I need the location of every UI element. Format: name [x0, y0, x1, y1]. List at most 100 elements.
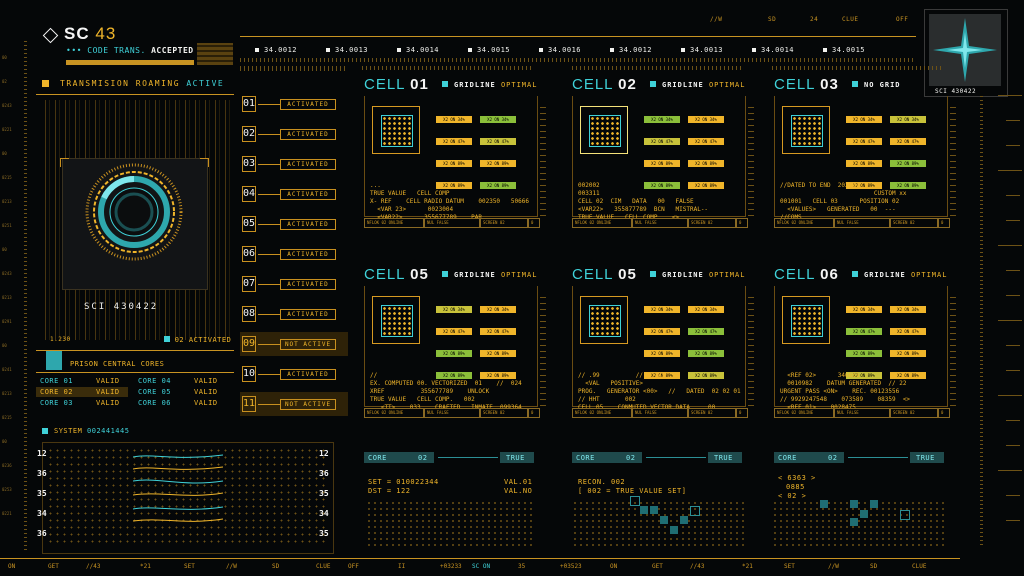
module-item[interactable]: 04 ACTIVATED [240, 182, 348, 206]
scale-label: 0236 [2, 463, 12, 468]
module-item[interactable]: 09 NOT ACTIVE [240, 332, 348, 356]
bar-indicator: X2 ON 47% [480, 138, 516, 145]
module-status: NOT ACTIVE [280, 339, 336, 350]
header-value: 34.0012 [619, 46, 653, 54]
block-pattern-b [630, 496, 710, 540]
module-item[interactable]: 08 ACTIVATED [240, 302, 348, 326]
footer-label: 35 [518, 563, 526, 570]
bottom-grid-a [366, 500, 536, 548]
footer-label: OFF [348, 563, 359, 570]
module-item[interactable]: 01 ACTIVATED [240, 92, 348, 116]
cell-status: GRIDLINE OPTIMAL [442, 271, 537, 279]
sc-number: 43 [95, 24, 117, 43]
cell-footer-field: 0 [736, 218, 748, 228]
cell-footer: NFLOK 02 ONLINE NUL FALSE SCREEN 02 0 [572, 408, 748, 418]
core-row[interactable]: CORE 05 VALID [134, 387, 226, 397]
status-dot-icon [852, 271, 858, 277]
bar-indicator: X2 ON 34% [890, 116, 926, 123]
cell-footer: NFLOK 02 ONLINE NUL FALSE SCREEN 02 0 [364, 408, 540, 418]
cell-bars: X2 ON 34% X2 ON 34% X2 ON 47% X2 ON 47% X2 O… [846, 106, 946, 194]
bottom-core-bar[interactable]: CORE 02 TRUE [774, 452, 946, 463]
header: SC 43 ••• CODE TRANS. ACCEPTED 34.0012 34… [0, 0, 1024, 65]
cell-panel[interactable]: CELL 06 GRIDLINE OPTIMAL X2 ON 34% X2 ON 34… [774, 266, 958, 446]
cell-footer-field: NFLOK 02 ONLINE [774, 408, 834, 418]
cell-status: NO GRID [852, 81, 901, 89]
footer-label: ON [610, 563, 618, 570]
cell-footer-field: SCREEN 02 [688, 218, 736, 228]
footer-label: SD [870, 563, 878, 570]
bar-indicator: X2 ON 89% [890, 160, 926, 167]
cell-bars: X2 ON 34% X2 ON 34% X2 ON 47% X2 ON 47% X2 O… [846, 296, 946, 384]
cell-grid-icon [580, 106, 628, 154]
cores-table: CORE 01 VALID CORE 02 VALID CORE 03 VALID CORE… [36, 376, 234, 416]
bar-indicator: X2 ON 47% [890, 328, 926, 335]
cell-footer-field: 0 [736, 408, 748, 418]
cell-status: GRIDLINE OPTIMAL [442, 81, 537, 89]
core-state: TRUE [714, 454, 733, 462]
graph-left-num: 12 [37, 449, 47, 458]
small-readout: 1.230 [50, 336, 71, 343]
bar-indicator: X2 ON 47% [644, 138, 680, 145]
module-item[interactable]: 05 ACTIVATED [240, 212, 348, 236]
scale-label: 00 [2, 247, 7, 252]
core-row[interactable]: CORE 03 VALID [36, 398, 128, 408]
footer-label: SC ON [472, 563, 491, 570]
module-item[interactable]: 07 ACTIVATED [240, 272, 348, 296]
bar-indicator: X2 ON 34% [846, 116, 882, 123]
module-number: 10 [242, 366, 256, 382]
activated-count: 02 ACTIVATED [164, 336, 231, 344]
module-status: ACTIVATED [280, 309, 336, 320]
cell-panel[interactable]: CELL 02 GRIDLINE OPTIMAL X2 ON 34% X2 ON 34… [572, 76, 756, 256]
module-status: ACTIVATED [280, 279, 336, 290]
sc-label: SC [64, 24, 90, 43]
system-panel: SYSTEM 002441445 12 36 35 34 36 12 36 35 34 35 [36, 424, 336, 554]
core-row[interactable]: CORE 06 VALID [134, 398, 226, 408]
core-num: 02 [828, 454, 838, 462]
cell-bars: X2 ON 34% X2 ON 34% X2 ON 47% X2 ON 47% X2 O… [436, 296, 536, 384]
status-dot-icon [852, 81, 858, 87]
cell-panel[interactable]: CELL 05 GRIDLINE OPTIMAL X2 ON 34% X2 ON 34… [572, 266, 756, 446]
core-status: VALID [96, 388, 120, 396]
bottom-core-bar[interactable]: CORE 02 TRUE [364, 452, 536, 463]
scale-label: 00 [2, 55, 7, 60]
cell-footer: NFLOK 02 ONLINE NUL FALSE SCREEN 02 0 [774, 408, 950, 418]
cell-footer-field: SCREEN 02 [890, 408, 938, 418]
top-right-readout: //W SD 24 CLUE OFF [710, 16, 909, 23]
scale-label: 0213 [2, 391, 12, 396]
module-item[interactable]: 10 ACTIVATED [240, 362, 348, 386]
module-number: 02 [242, 126, 256, 142]
bar-indicator: X2 ON 47% [688, 328, 724, 335]
core-label: CORE [778, 454, 797, 462]
bottom-text-a: SET = 010022344 DST = 122 VAL.01 VAL.NO [368, 478, 533, 495]
left-panel: TRANSMISION ROAMING ACTIVE SCI 430422 1.… [36, 70, 236, 430]
module-item[interactable]: 02 ACTIVATED [240, 122, 348, 146]
module-number: 11 [242, 396, 256, 412]
module-item[interactable]: 06 ACTIVATED [240, 242, 348, 266]
footer-label: //W [828, 563, 839, 570]
module-status: ACTIVATED [280, 249, 336, 260]
module-number: 04 [242, 186, 256, 202]
cell-footer: NFLOK 02 ONLINE NUL FALSE SCREEN 02 0 [774, 218, 950, 228]
cell-status: GRIDLINE OPTIMAL [852, 271, 947, 279]
module-status: ACTIVATED [280, 159, 336, 170]
cell-panel[interactable]: CELL 03 NO GRID X2 ON 34% X2 ON 34% X2 ON 4… [774, 76, 958, 256]
core-label: CORE [368, 454, 387, 462]
bar-indicator: X2 ON 47% [436, 328, 472, 335]
module-status: ACTIVATED [280, 369, 336, 380]
footer-label: SET [184, 563, 195, 570]
graph-left-num: 35 [37, 489, 47, 498]
bottom-core-bar[interactable]: CORE 02 TRUE [572, 452, 744, 463]
module-item[interactable]: 03 ACTIVATED [240, 152, 348, 176]
cell-log: // .99 // .91 <VAL POSITIVE> PROG. GENER… [578, 372, 741, 411]
module-status: ACTIVATED [280, 219, 336, 230]
cell-panel[interactable]: CELL 01 GRIDLINE OPTIMAL X2 ON 34% X2 ON 34… [364, 76, 548, 256]
core-row[interactable]: CORE 02 VALID [36, 387, 128, 397]
module-item[interactable]: 11 NOT ACTIVE [240, 392, 348, 416]
core-row[interactable]: CORE 04 VALID [134, 376, 226, 386]
status-dot-icon [442, 271, 448, 277]
cell-panel[interactable]: CELL 05 GRIDLINE OPTIMAL X2 ON 34% X2 ON 34… [364, 266, 548, 446]
core-status: VALID [194, 377, 218, 385]
module-number: 05 [242, 216, 256, 232]
core-row[interactable]: CORE 01 VALID [36, 376, 128, 386]
header-value: 34.0012 [264, 46, 298, 54]
